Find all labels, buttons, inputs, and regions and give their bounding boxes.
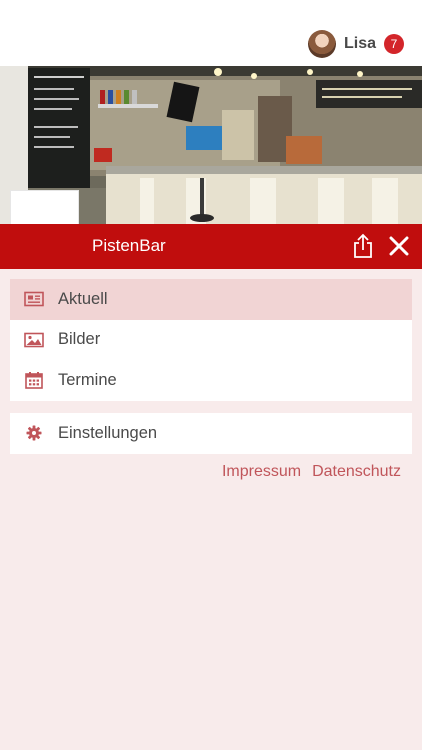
menu-item-label: Termine bbox=[58, 370, 117, 389]
menu-item-label: Einstellungen bbox=[58, 423, 158, 442]
menu-item-label: Aktuell bbox=[58, 289, 108, 308]
image-icon bbox=[24, 330, 44, 350]
menu-item-aktuell[interactable]: Aktuell bbox=[10, 279, 412, 320]
datenschutz-link[interactable]: Datenschutz bbox=[312, 463, 401, 481]
impressum-link[interactable]: Impressum bbox=[222, 463, 301, 481]
newspaper-icon bbox=[24, 289, 44, 309]
avatar[interactable] bbox=[307, 30, 336, 58]
title-bar: PistenBar bbox=[0, 224, 422, 269]
menu-item-label: Bilder bbox=[58, 330, 101, 349]
main-menu: Aktuell Bilder Termine bbox=[10, 279, 412, 401]
page-title: PistenBar bbox=[92, 236, 166, 255]
calendar-icon bbox=[24, 370, 44, 390]
user-profile[interactable]: Lisa 7 bbox=[307, 30, 404, 58]
top-bar: Lisa 7 bbox=[0, 0, 422, 66]
footer-links: Impressum Datenschutz bbox=[222, 463, 401, 481]
menu-item-termine[interactable]: Termine bbox=[10, 360, 412, 401]
settings-menu: Einstellungen bbox=[10, 413, 412, 454]
close-icon bbox=[389, 236, 409, 256]
user-name[interactable]: Lisa bbox=[344, 35, 376, 53]
close-button[interactable] bbox=[386, 233, 412, 259]
share-icon bbox=[354, 233, 372, 258]
menu-item-bilder[interactable]: Bilder bbox=[10, 320, 412, 361]
gear-icon bbox=[24, 423, 44, 443]
notification-badge[interactable]: 7 bbox=[384, 34, 404, 54]
menu-item-einstellungen[interactable]: Einstellungen bbox=[10, 413, 412, 454]
share-button[interactable] bbox=[350, 232, 376, 260]
